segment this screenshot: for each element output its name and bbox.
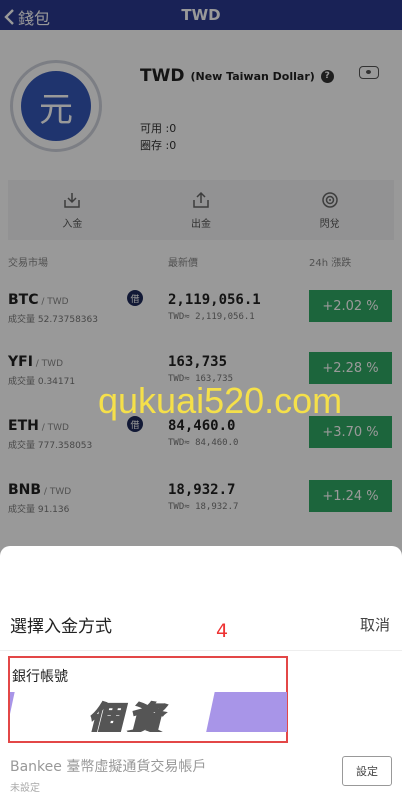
deposit-method-sheet: 選擇入金方式 4 取消 銀行帳號 個資 Bankee 臺幣虛擬通貨交易帳戶 未設…: [0, 546, 402, 807]
censor-text: 個資: [87, 699, 168, 732]
bank-account-label: 銀行帳號: [12, 669, 68, 685]
set-button[interactable]: 設定: [342, 756, 392, 786]
censor-banner: 個資: [10, 692, 287, 732]
bank-account-option[interactable]: 銀行帳號 個資: [8, 656, 288, 743]
divider: [0, 650, 402, 651]
exchange-account-label: Bankee 臺幣虛擬通貨交易帳戶: [10, 759, 207, 775]
exchange-account-status: 未設定: [10, 783, 40, 794]
sheet-title: 選擇入金方式: [10, 617, 112, 637]
step-annotation: 4: [216, 620, 229, 642]
cancel-button[interactable]: 取消: [360, 614, 390, 635]
watermark-text: qukuai520.com: [98, 380, 343, 421]
